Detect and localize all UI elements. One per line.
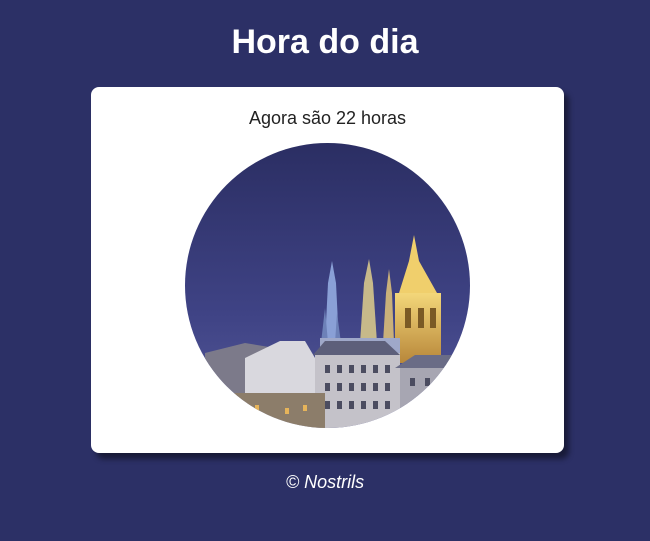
footer-copyright: © Nostrils [285,472,365,492]
time-card: Agora são 22 horas [91,87,564,453]
time-message: Agora são 22 horas [248,108,407,128]
page-title: Hora do dia [231,23,419,61]
night-castle-photo [185,143,470,428]
page: Hora do dia Agora são 22 horas © Nostril… [0,0,650,541]
